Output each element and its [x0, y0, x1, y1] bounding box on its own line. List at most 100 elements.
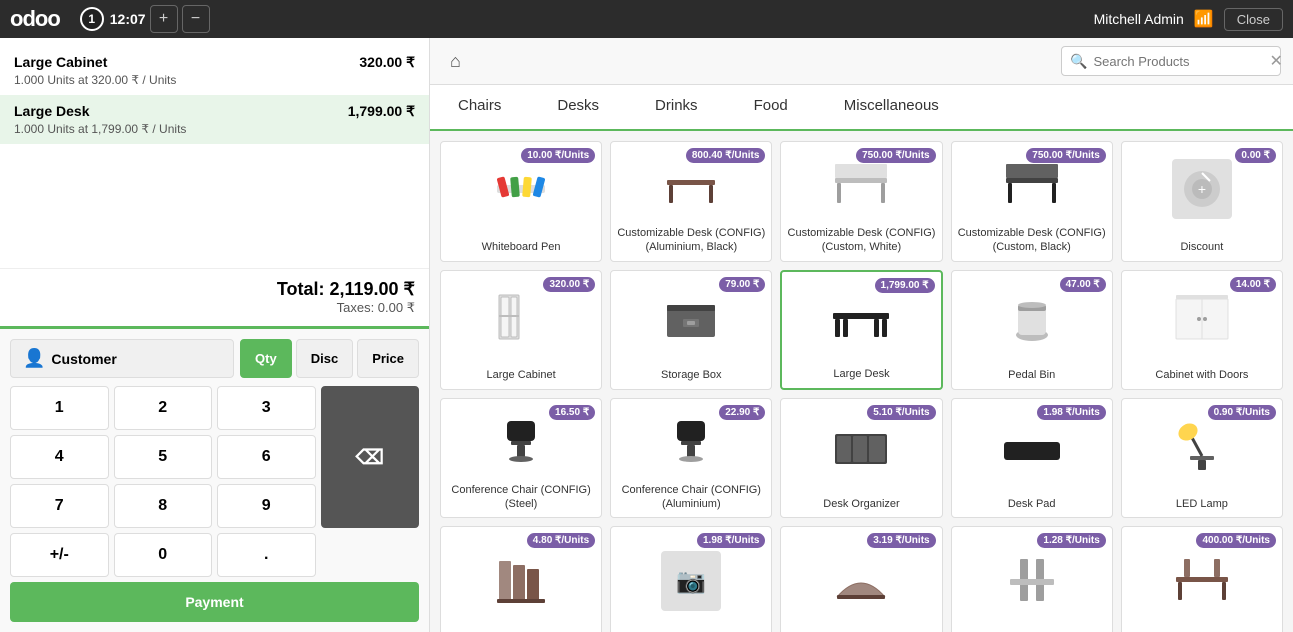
order-item-large-desk[interactable]: Large Desk 1,799.00 ₹ 1.000 Units at 1,7… — [0, 95, 429, 144]
key-.[interactable]: . — [217, 533, 316, 577]
key-8[interactable]: 8 — [114, 484, 213, 528]
session-time: 12:07 — [110, 11, 146, 27]
product-name: Conference Chair (CONFIG) (Aluminium) — [611, 479, 771, 518]
tab-drinks[interactable]: Drinks — [627, 85, 726, 129]
customer-icon: 👤 — [23, 348, 45, 369]
price-badge: 800.40 ₹/Units — [686, 148, 766, 163]
svg-text:+: + — [1198, 181, 1206, 197]
customer-button[interactable]: 👤 Customer — [10, 339, 234, 378]
add-order-button[interactable]: + — [150, 5, 178, 33]
price-badge: 22.90 ₹ — [719, 405, 765, 420]
product-row4-5[interactable]: 400.00 ₹/Units — [1121, 526, 1283, 632]
key-backspace[interactable]: ⌫ — [321, 386, 420, 528]
product-name: Cabinet with Doors — [1122, 364, 1282, 388]
product-desk-pad[interactable]: 1.98 ₹/Units Desk Pad — [951, 398, 1113, 519]
tab-chairs[interactable]: Chairs — [430, 85, 529, 129]
key-5[interactable]: 5 — [114, 435, 213, 479]
price-badge: 3.19 ₹/Units — [867, 533, 935, 548]
item-detail: 1.000 Units at 1,799.00 ₹ / Units — [14, 122, 415, 136]
item-name: Large Cabinet — [14, 54, 107, 71]
price-badge: 400.00 ₹/Units — [1196, 533, 1276, 548]
wifi-icon: 📶 — [1194, 9, 1214, 29]
item-price: 1,799.00 ₹ — [348, 103, 415, 120]
price-badge: 0.00 ₹ — [1235, 148, 1276, 163]
products-area: 10.00 ₹/Units Whiteboard Pen 800.40 ₹/ — [430, 131, 1293, 632]
product-conf-chair-steel[interactable]: 16.50 ₹ Conference Chair (CONFIG) (Steel… — [440, 398, 602, 519]
main-area: Large Cabinet 320.00 ₹ 1.000 Units at 32… — [0, 38, 1293, 632]
tab-miscellaneous[interactable]: Miscellaneous — [816, 85, 967, 129]
user-name: Mitchell Admin — [1094, 11, 1184, 27]
search-clear-button[interactable]: ✕ — [1269, 51, 1282, 71]
key-+minus[interactable]: +/- — [10, 533, 109, 577]
product-pedal-bin[interactable]: 47.00 ₹ Pedal Bin — [951, 270, 1113, 390]
product-cust-desk-custom-white[interactable]: 750.00 ₹/Units Customizable Desk (CONFIG… — [780, 141, 942, 262]
payment-button[interactable]: Payment — [10, 582, 419, 622]
product-conf-chair-alu[interactable]: 22.90 ₹ Conference Chair (CONFIG) (Alumi… — [610, 398, 772, 519]
product-name: Whiteboard Pen — [441, 236, 601, 260]
price-badge: 1.98 ₹/Units — [1037, 405, 1105, 420]
product-cabinet-with-doors[interactable]: 14.00 ₹ Cabinet with Doors — [1121, 270, 1283, 390]
numpad-grid: 123⌫ 456 789 +/-0. Payment — [10, 386, 419, 622]
price-badge: 16.50 ₹ — [549, 405, 595, 420]
topbar: odoo 1 12:07 + − Mitchell Admin 📶 Close — [0, 0, 1293, 38]
key-2[interactable]: 2 — [114, 386, 213, 430]
order-total-amount: Total: 2,119.00 ₹ — [14, 279, 415, 300]
right-panel: ⌂ 🔍 ✕ Chairs Desks Drinks Food Miscellan… — [430, 38, 1293, 632]
left-panel: Large Cabinet 320.00 ₹ 1.000 Units at 32… — [0, 38, 430, 632]
price-mode-button[interactable]: Price — [357, 339, 419, 378]
product-name: LED Lamp — [1122, 493, 1282, 517]
product-cust-desk-alu-black[interactable]: 800.40 ₹/Units Customizable Desk (CONFIG… — [610, 141, 772, 262]
search-input[interactable] — [1093, 54, 1269, 69]
product-row4-1[interactable]: 4.80 ₹/Units — [440, 526, 602, 632]
minus-button[interactable]: − — [182, 5, 210, 33]
products-grid: 10.00 ₹/Units Whiteboard Pen 800.40 ₹/ — [440, 141, 1283, 632]
product-cust-desk-custom-black[interactable]: 750.00 ₹/Units Customizable Desk (CONFIG… — [951, 141, 1113, 262]
key-9[interactable]: 9 — [217, 484, 316, 528]
product-desk-organizer[interactable]: 5.10 ₹/Units Desk Organizer — [780, 398, 942, 519]
order-item-large-cabinet[interactable]: Large Cabinet 320.00 ₹ 1.000 Units at 32… — [0, 46, 429, 95]
product-name: Large Desk — [782, 363, 940, 387]
tab-desks[interactable]: Desks — [529, 85, 627, 129]
key-4[interactable]: 4 — [10, 435, 109, 479]
customer-label: Customer — [51, 351, 116, 367]
product-discount[interactable]: 0.00 ₹ + Discount — [1121, 141, 1283, 262]
product-row4-3[interactable]: 3.19 ₹/Units — [780, 526, 942, 632]
tab-food[interactable]: Food — [726, 85, 816, 129]
key-6[interactable]: 6 — [217, 435, 316, 479]
home-button[interactable]: ⌂ — [442, 47, 469, 76]
disc-mode-button[interactable]: Disc — [296, 339, 353, 378]
key-3[interactable]: 3 — [217, 386, 316, 430]
numpad-top-row: 👤 Customer Qty Disc Price — [10, 339, 419, 378]
close-button[interactable]: Close — [1224, 8, 1283, 31]
qty-mode-button[interactable]: Qty — [240, 339, 292, 378]
price-badge: 750.00 ₹/Units — [1026, 148, 1106, 163]
product-row4-4[interactable]: 1.28 ₹/Units — [951, 526, 1113, 632]
product-name: Customizable Desk (CONFIG) (Custom, Whit… — [781, 222, 941, 261]
numpad-area: 👤 Customer Qty Disc Price 123⌫ 456 789 +/-0… — [0, 326, 429, 632]
key-1[interactable]: 1 — [10, 386, 109, 430]
price-badge: 320.00 ₹ — [543, 277, 595, 292]
item-name: Large Desk — [14, 103, 89, 120]
order-total-section: Total: 2,119.00 ₹ Taxes: 0.00 ₹ — [0, 268, 429, 326]
product-large-cabinet[interactable]: 320.00 ₹ Large Cabinet — [440, 270, 602, 390]
price-badge: 79.00 ₹ — [719, 277, 765, 292]
key-0[interactable]: 0 — [114, 533, 213, 577]
product-large-desk[interactable]: 1,799.00 ₹ Large Desk — [780, 270, 942, 390]
product-storage-box[interactable]: 79.00 ₹ Storage Box — [610, 270, 772, 390]
order-taxes: Taxes: 0.00 ₹ — [14, 300, 415, 316]
product-name: Desk Pad — [952, 493, 1112, 517]
product-led-lamp[interactable]: 0.90 ₹/Units LED Lamp — [1121, 398, 1283, 519]
mode-buttons: Qty Disc Price — [240, 339, 419, 378]
key-7[interactable]: 7 — [10, 484, 109, 528]
product-row4-2[interactable]: 1.98 ₹/Units 📷 — [610, 526, 772, 632]
product-name: Large Cabinet — [441, 364, 601, 388]
session-info: 1 12:07 — [80, 7, 146, 31]
product-whiteboard-pen[interactable]: 10.00 ₹/Units Whiteboard Pen — [440, 141, 602, 262]
price-badge: 750.00 ₹/Units — [856, 148, 936, 163]
session-number: 1 — [80, 7, 104, 31]
price-badge: 4.80 ₹/Units — [527, 533, 595, 548]
product-name: Storage Box — [611, 364, 771, 388]
price-badge: 1.28 ₹/Units — [1037, 533, 1105, 548]
price-badge: 47.00 ₹ — [1060, 277, 1106, 292]
order-items-list: Large Cabinet 320.00 ₹ 1.000 Units at 32… — [0, 38, 429, 268]
